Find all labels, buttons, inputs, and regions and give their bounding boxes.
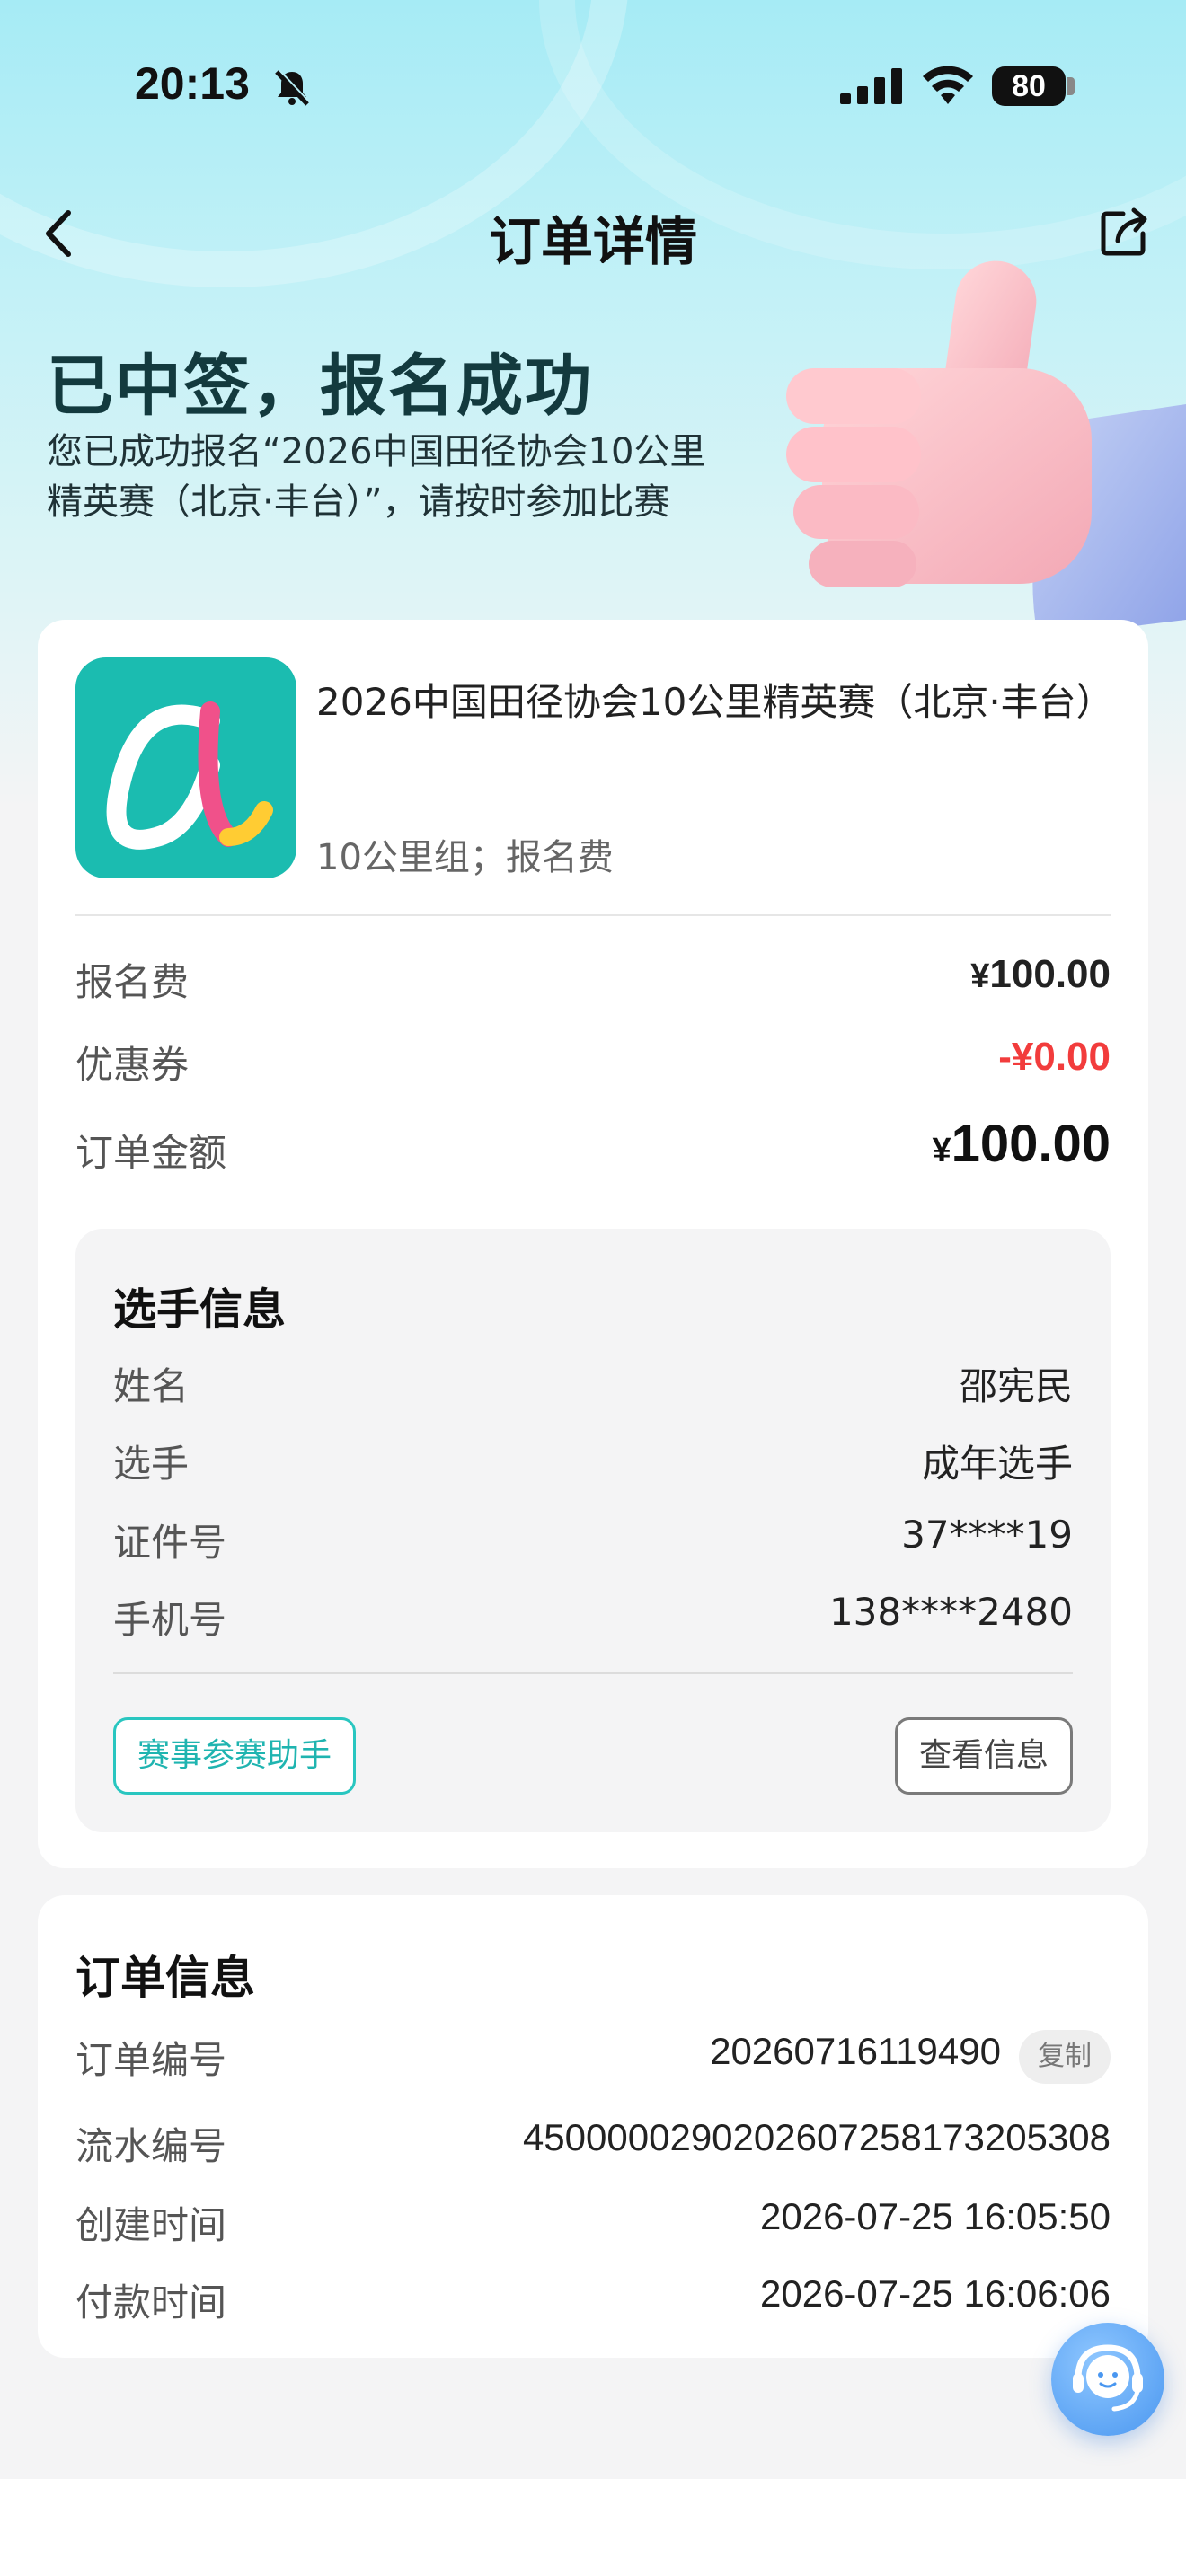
player-info-title: 选手信息 [113,1284,287,1335]
serial-number-value: 4500000290202607258173205308 [522,2116,1111,2158]
order-number-label: 订单编号 [75,2038,227,2082]
success-title: 已中签，报名成功 [47,348,593,425]
created-time-label: 创建时间 [75,2203,227,2247]
success-subtitle: 您已成功报名“2026中国田径协会10公里 精英赛（北京·丰台）”，请按时参加比… [47,427,766,527]
bottom-safe-area [0,2479,1186,2576]
event-assistant-button[interactable]: 赛事参赛助手 [113,1717,356,1795]
event-logo[interactable] [75,657,296,878]
order-number-value: 20260716119490 [710,2030,1001,2072]
player-phone-value: 138****2480 [828,1590,1073,1634]
battery-tip [1067,77,1075,95]
customer-service-button[interactable] [1051,2323,1164,2436]
player-name-value: 邵宪民 [959,1364,1073,1408]
coupon-label: 优惠券 [75,1043,190,1087]
view-info-button[interactable]: 查看信息 [895,1717,1073,1795]
player-info-panel: 选手信息 姓名 邵宪民 选手 成年选手 证件号 37****19 手机号 138… [75,1229,1111,1832]
copy-button[interactable]: 复制 [1019,2030,1111,2084]
order-info-card: 订单信息 订单编号 20260716119490 复制 流水编号 4500000… [38,1895,1148,2358]
thumbs-up-illustration [786,260,1186,638]
currency-symbol: ¥ [970,957,990,995]
total-label: 订单金额 [75,1131,227,1175]
player-id-label: 证件号 [113,1521,227,1565]
wifi-icon [923,66,973,104]
divider [113,1672,1073,1674]
bell-muted-icon [275,69,311,106]
fee-amount: 100.00 [989,952,1111,996]
order-info-title: 订单信息 [75,1952,255,2004]
fee-value: ¥100.00 [970,952,1111,997]
player-type-label: 选手 [113,1442,190,1486]
player-id-value: 37****19 [901,1513,1073,1557]
status-time: 20:13 [135,58,250,109]
paid-time-value: 2026-07-25 16:06:06 [760,2272,1111,2315]
success-subtitle-line: 您已成功报名“2026中国田径协会10公里 [47,431,706,472]
total-value: ¥100.00 [932,1114,1111,1174]
event-name: 2026中国田径协会10公里精英赛（北京·丰台） [316,680,1114,724]
battery-indicator: 80 [992,66,1066,106]
success-subtitle-line: 精英赛（北京·丰台）”，请按时参加比赛 [47,481,670,523]
order-card: 2026中国田径协会10公里精英赛（北京·丰台） 10公里组；报名费 报名费 ¥… [38,620,1148,1868]
event-logo-mark [106,701,273,850]
fee-label: 报名费 [75,960,190,1004]
divider [75,914,1111,916]
serial-number-label: 流水编号 [75,2124,227,2168]
total-amount: 100.00 [951,1115,1111,1173]
paid-time-label: 付款时间 [75,2280,227,2325]
customer-service-icon [1073,2344,1143,2412]
event-group: 10公里组；报名费 [316,837,614,878]
player-name-label: 姓名 [113,1364,190,1408]
currency-symbol: ¥ [932,1132,951,1169]
coupon-value: -¥0.00 [998,1035,1111,1079]
created-time-value: 2026-07-25 16:05:50 [760,2195,1111,2237]
player-phone-label: 手机号 [113,1598,227,1642]
player-type-value: 成年选手 [921,1442,1073,1486]
signal-icon [840,68,902,104]
